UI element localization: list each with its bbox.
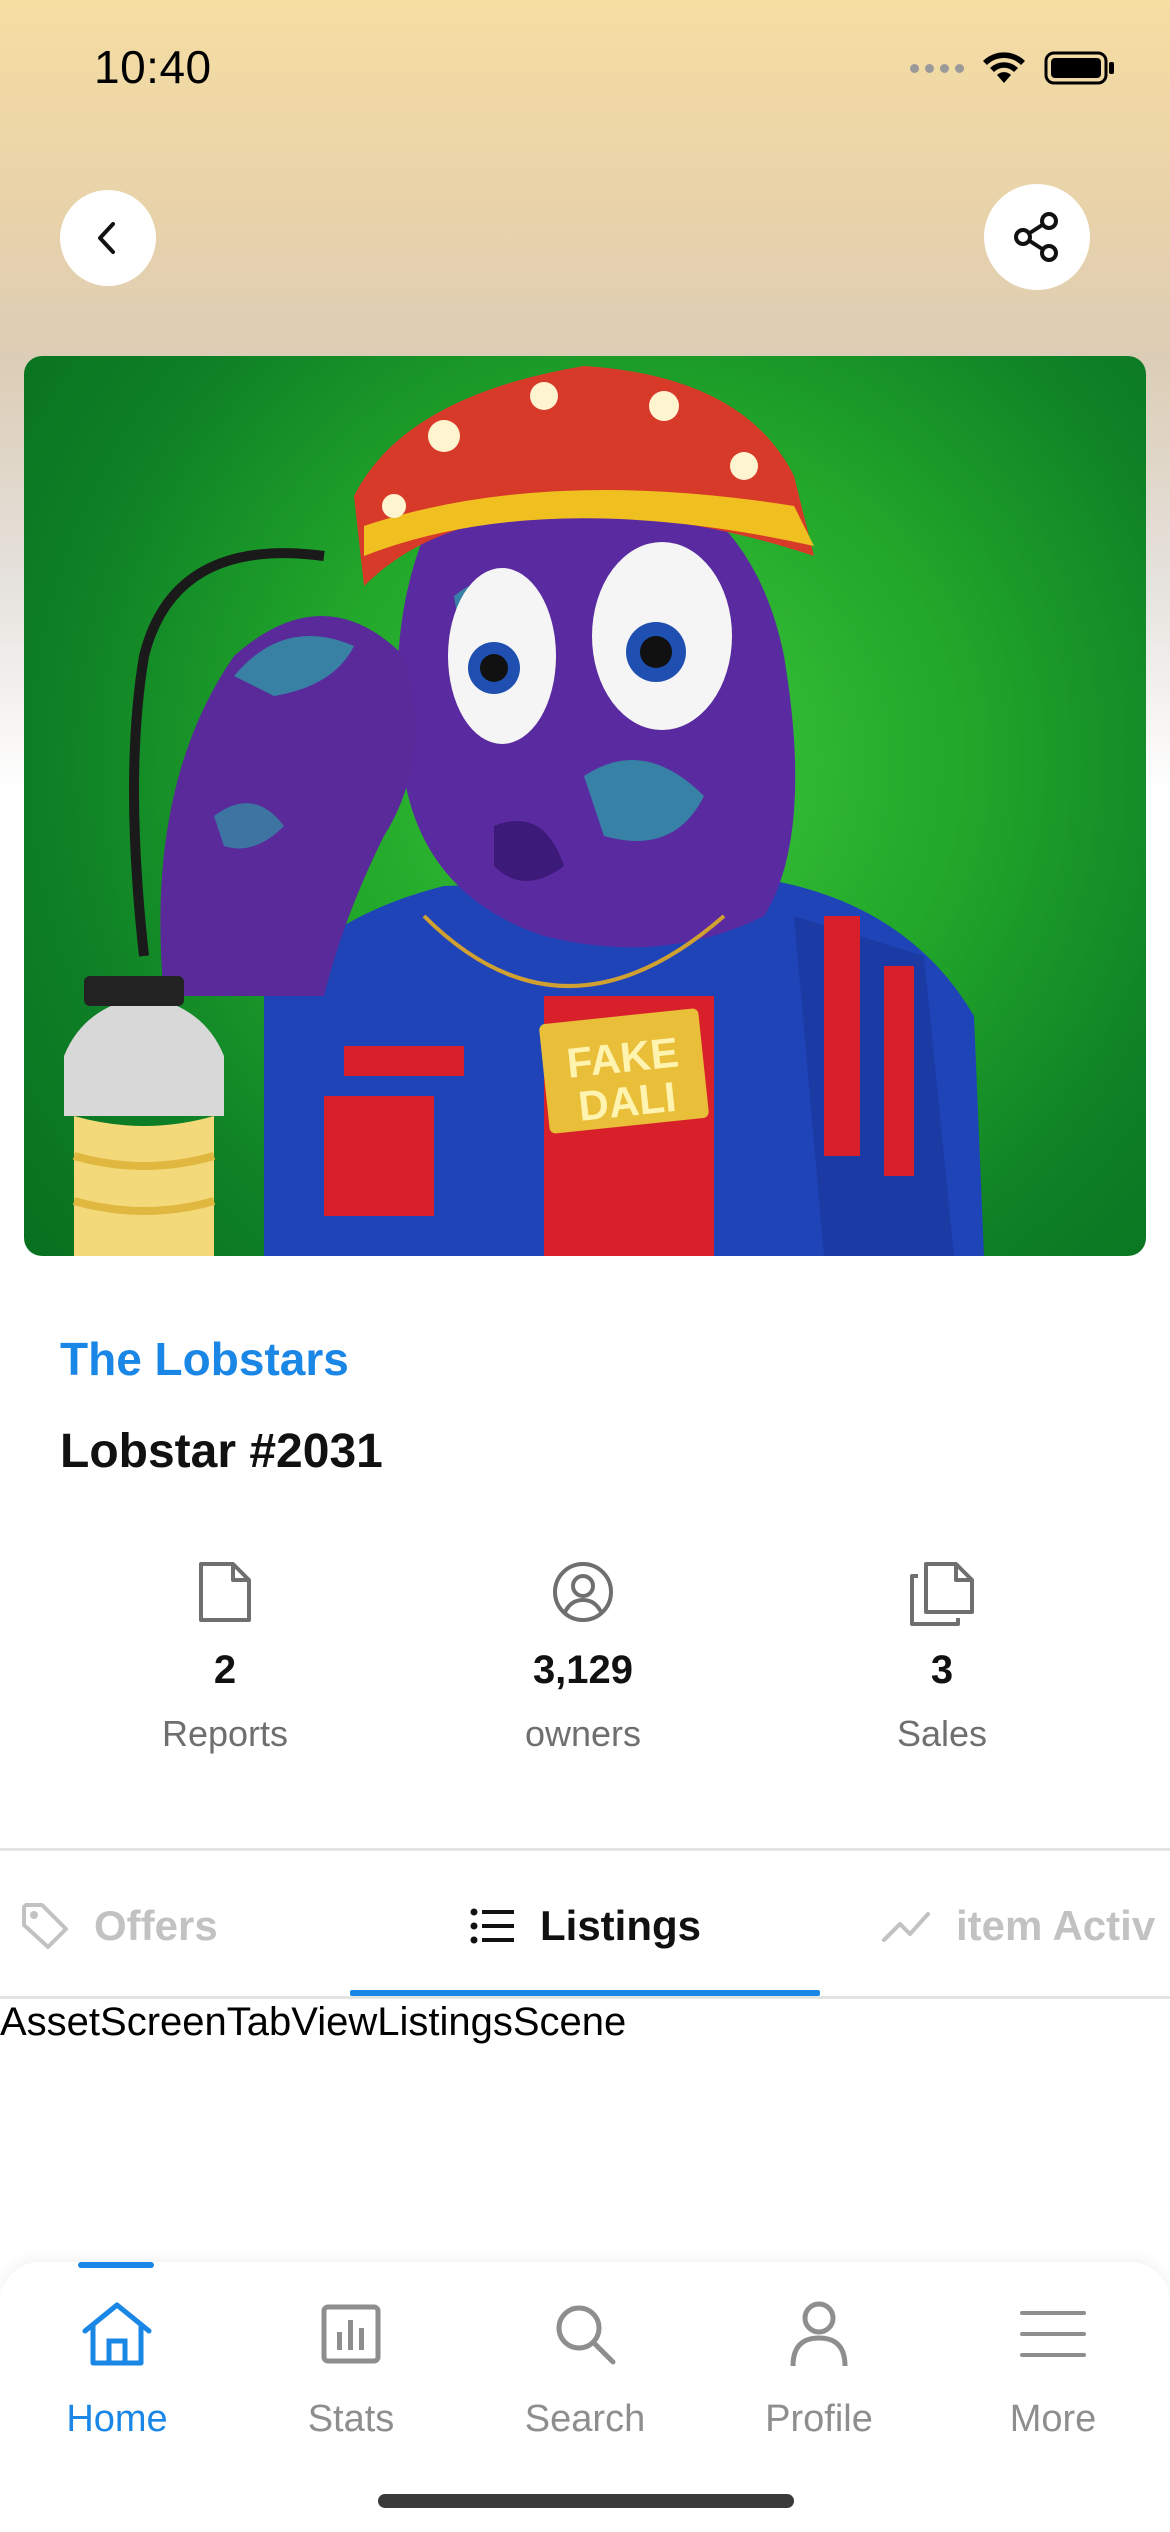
tab-item-activity-label: item Activ — [956, 1902, 1156, 1949]
tab-listings-label: Listings — [540, 1902, 702, 1949]
tab-offers[interactable]: Offers — [20, 1852, 218, 2000]
user-circle-icon — [553, 1562, 613, 1622]
share-button[interactable] — [984, 184, 1090, 290]
nav-stats-label: Stats — [307, 2398, 395, 2440]
nav-profile-label: Profile — [765, 2398, 873, 2440]
list-icon — [470, 1908, 514, 1944]
home-icon — [82, 2302, 152, 2366]
status-time: 10:40 — [94, 41, 212, 93]
tabs-divider — [0, 1996, 1170, 1999]
stat-sales[interactable]: 3 Sales — [762, 1560, 1122, 1755]
bottom-navigation: Home Stats Search Profile More — [0, 2262, 1170, 2532]
asset-image[interactable]: FAKE DALI — [24, 356, 1146, 1256]
stat-owners[interactable]: 3,129 owners — [403, 1560, 763, 1755]
tab-scene-label: AssetScreenTabViewListingsScene — [0, 2000, 627, 2044]
tab-listings[interactable]: Listings — [470, 1852, 701, 2000]
nav-search[interactable]: Search — [468, 2262, 702, 2462]
menu-icon — [1020, 2311, 1086, 2357]
asset-tabs: Offers Listings item Activ — [0, 1852, 1170, 2000]
stat-reports[interactable]: 2 Reports — [45, 1560, 405, 1755]
chevron-left-icon — [98, 222, 115, 254]
search-icon — [556, 2305, 616, 2365]
user-icon — [790, 2301, 848, 2367]
nav-more[interactable]: More — [936, 2262, 1170, 2462]
stat-reports-label: Reports — [161, 1713, 289, 1754]
asset-stats: 2 Reports 3,129 owners 3 Sales — [0, 1560, 1170, 1780]
tab-item-activity[interactable]: item Activ — [882, 1852, 1155, 2000]
battery-icon — [1044, 51, 1114, 85]
share-icon — [1014, 212, 1058, 262]
bar-chart-icon — [321, 2304, 381, 2364]
stat-sales-value: 3 — [930, 1648, 954, 1692]
collection-link[interactable]: The Lobstars — [60, 1332, 349, 1386]
lobstar-artwork: FAKE DALI — [64, 366, 984, 1256]
nav-home[interactable]: Home — [0, 2262, 234, 2462]
nav-search-label: Search — [524, 2398, 646, 2440]
stat-owners-label: owners — [524, 1713, 642, 1754]
cellular-signal-icon — [910, 63, 964, 73]
nav-profile[interactable]: Profile — [702, 2262, 936, 2462]
copy-icon — [910, 1562, 974, 1626]
back-button[interactable] — [60, 190, 156, 286]
stat-owners-value: 3,129 — [532, 1648, 634, 1692]
trending-icon — [882, 1912, 930, 1942]
stat-reports-value: 2 — [213, 1648, 237, 1692]
stats-divider — [0, 1848, 1170, 1851]
file-icon — [199, 1562, 251, 1622]
nav-stats[interactable]: Stats — [234, 2262, 468, 2462]
nav-more-label: More — [1009, 2398, 1097, 2440]
status-icons — [910, 50, 1116, 86]
nav-home-label: Home — [66, 2398, 168, 2440]
asset-title: Lobstar #2031 — [60, 1425, 383, 1478]
tab-offers-label: Offers — [94, 1902, 218, 1949]
tag-icon — [22, 1903, 68, 1949]
wifi-icon — [983, 52, 1025, 83]
stat-sales-label: Sales — [896, 1713, 988, 1754]
home-indicator — [378, 2494, 794, 2508]
